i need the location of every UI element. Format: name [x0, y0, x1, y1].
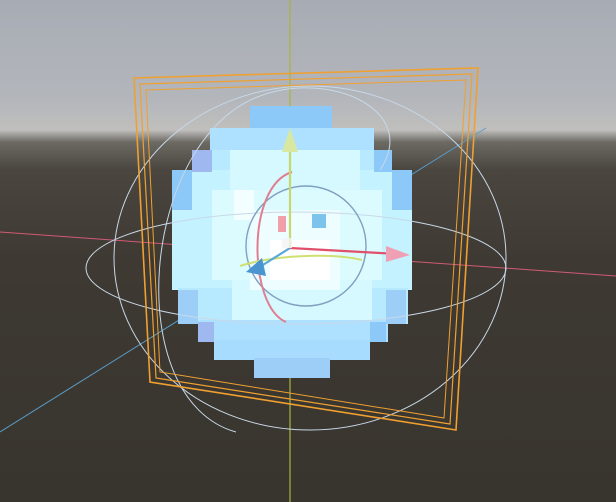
move-plane-handle[interactable] [282, 238, 292, 248]
scene-viewport[interactable] [0, 0, 616, 502]
scene-canvas[interactable] [0, 0, 616, 502]
